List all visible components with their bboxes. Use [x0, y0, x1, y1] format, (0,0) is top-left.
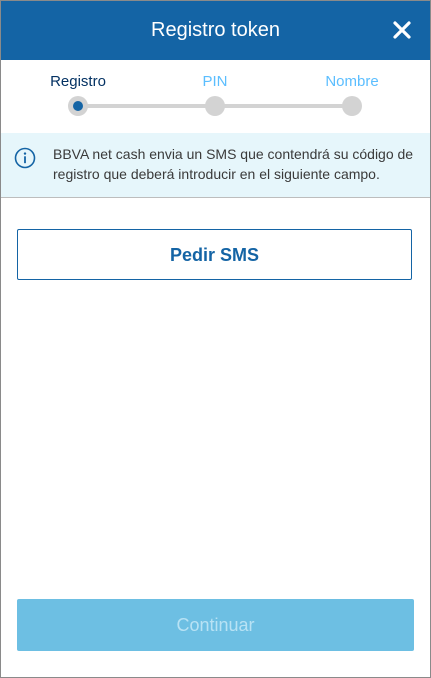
close-icon[interactable]: [392, 20, 412, 40]
info-message: BBVA net cash envia un SMS que contendrá…: [53, 146, 414, 182]
step-progress: Registro PIN Nombre: [1, 60, 430, 133]
continue-button[interactable]: Continuar: [17, 599, 414, 651]
info-banner: BBVA net cash envia un SMS que contendrá…: [1, 133, 430, 198]
request-sms-button[interactable]: Pedir SMS: [17, 229, 412, 280]
step-dot-nombre: [342, 96, 362, 116]
info-icon: [14, 147, 36, 169]
dialog-title: Registro token: [151, 19, 280, 41]
dialog-header: Registro token: [1, 1, 430, 60]
step-dot-registro: [68, 96, 88, 116]
step-label-pin: PIN: [202, 73, 228, 90]
step-dot-pin: [205, 96, 225, 116]
step-label-nombre: Nombre: [325, 73, 379, 90]
step-label-registro: Registro: [50, 73, 106, 90]
registration-dialog: Registro token Registro PIN Nombre BBVA …: [0, 0, 431, 678]
